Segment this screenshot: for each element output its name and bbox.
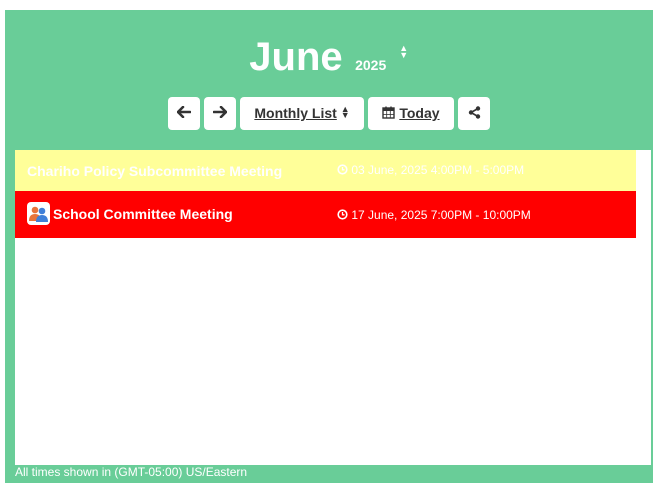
year-sort-icon[interactable]: ▲ ▼ <box>399 43 409 59</box>
event-list: Chariho Policy Subcommittee Meeting 03 J… <box>15 150 651 465</box>
clock-icon <box>337 208 351 222</box>
event-row[interactable]: School Committee Meeting 17 June, 2025 7… <box>15 191 636 238</box>
calendar-header: June 2025 ▲ ▼ <box>5 35 653 80</box>
event-time-text: 17 June, 2025 7:00PM - 10:00PM <box>351 208 531 222</box>
next-month-button[interactable] <box>204 97 236 130</box>
arrow-left-icon <box>176 105 192 122</box>
sort-icon: ▲ ▼ <box>340 104 350 121</box>
event-row[interactable]: Chariho Policy Subcommittee Meeting 03 J… <box>15 150 636 191</box>
event-name[interactable]: School Committee Meeting <box>53 206 233 222</box>
event-name[interactable]: Chariho Policy Subcommittee Meeting <box>27 163 282 179</box>
event-time-text: 03 June, 2025 4:00PM - 5:00PM <box>351 163 525 177</box>
share-button[interactable] <box>458 97 490 130</box>
event-time: 03 June, 2025 4:00PM - 5:00PM <box>337 163 524 177</box>
calendar-frame: June 2025 ▲ ▼ Monthly List ▲ ▼ Today Cha… <box>5 10 653 483</box>
event-time: 17 June, 2025 7:00PM - 10:00PM <box>337 208 531 222</box>
toolbar: Monthly List ▲ ▼ Today <box>5 97 653 130</box>
month-title: June <box>249 35 343 79</box>
clock-icon <box>337 163 351 177</box>
year-label: 2025 <box>355 57 387 73</box>
view-select-button[interactable]: Monthly List ▲ ▼ <box>240 97 364 130</box>
share-icon <box>468 105 481 121</box>
group-icon <box>27 202 50 225</box>
timezone-note: All times shown in (GMT-05:00) US/Easter… <box>15 465 248 479</box>
today-button[interactable]: Today <box>368 97 454 130</box>
arrow-right-icon <box>212 105 228 122</box>
today-label: Today <box>399 105 440 121</box>
prev-month-button[interactable] <box>168 97 200 130</box>
calendar-icon <box>382 105 399 121</box>
view-label: Monthly List <box>254 105 337 121</box>
